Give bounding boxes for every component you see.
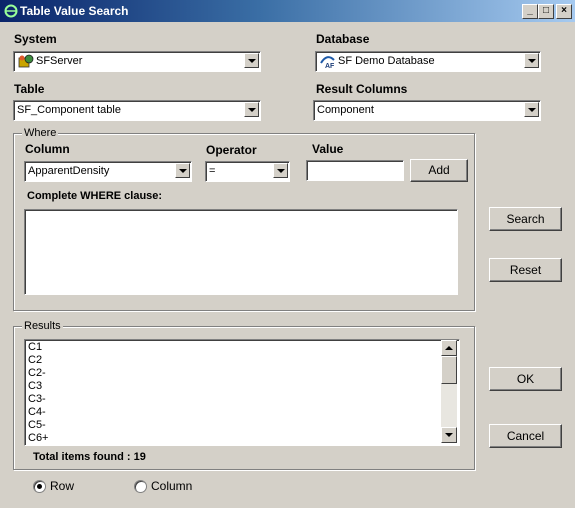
total-items-label: Total items found : 19 bbox=[33, 451, 146, 463]
column-radio[interactable] bbox=[134, 480, 147, 493]
database-combo[interactable]: AF SF Demo Database bbox=[315, 51, 541, 72]
column-value: ApparentDensity bbox=[28, 165, 110, 177]
database-icon: AF bbox=[320, 56, 335, 69]
where-clause-textarea[interactable] bbox=[24, 209, 458, 295]
table-combo[interactable]: SF_Component table bbox=[13, 100, 261, 121]
title-bar[interactable]: Table Value Search _ □ × bbox=[0, 0, 575, 22]
scroll-thumb[interactable] bbox=[441, 356, 457, 384]
value-input[interactable] bbox=[306, 160, 404, 181]
app-icon bbox=[4, 4, 18, 18]
database-label: Database bbox=[316, 32, 370, 46]
column-combo[interactable]: ApparentDensity bbox=[24, 161, 192, 182]
where-group-title: Where bbox=[22, 127, 59, 139]
scroll-up-button[interactable] bbox=[441, 340, 457, 356]
list-item[interactable]: C2- bbox=[28, 367, 46, 379]
cancel-button[interactable]: Cancel bbox=[489, 424, 562, 448]
database-value: SF Demo Database bbox=[338, 55, 435, 67]
operator-value: = bbox=[209, 165, 216, 177]
row-radio-label[interactable]: Row bbox=[50, 479, 74, 493]
reset-button[interactable]: Reset bbox=[489, 258, 562, 282]
ok-button[interactable]: OK bbox=[489, 367, 562, 391]
result-columns-value: Component bbox=[317, 104, 374, 116]
results-group-title: Results bbox=[22, 320, 63, 332]
close-button[interactable]: × bbox=[556, 4, 572, 19]
value-label: Value bbox=[312, 142, 344, 156]
operator-dropdown-button[interactable] bbox=[273, 163, 288, 178]
maximize-button[interactable]: □ bbox=[538, 4, 554, 19]
operator-combo[interactable]: = bbox=[205, 161, 290, 182]
complete-where-label: Complete WHERE clause: bbox=[27, 190, 163, 202]
add-button[interactable]: Add bbox=[410, 159, 468, 182]
radio-selected-dot bbox=[37, 484, 42, 489]
operator-label: Operator bbox=[206, 143, 257, 157]
result-columns-label: Result Columns bbox=[316, 82, 408, 96]
search-button[interactable]: Search bbox=[489, 207, 562, 231]
result-columns-combo[interactable]: Component bbox=[313, 100, 541, 121]
table-dropdown-button[interactable] bbox=[244, 102, 259, 117]
list-item[interactable]: C6+ bbox=[28, 432, 49, 444]
list-item[interactable]: C1 bbox=[28, 341, 42, 353]
results-list[interactable]: C1 C2 C2- C3 C3- C4- C5- C6+ bbox=[24, 339, 460, 446]
list-item[interactable]: C4- bbox=[28, 406, 46, 418]
system-value: SFServer bbox=[36, 55, 83, 67]
window-title: Table Value Search bbox=[20, 4, 129, 18]
result-columns-dropdown-button[interactable] bbox=[524, 102, 539, 117]
list-item[interactable]: C3- bbox=[28, 393, 46, 405]
table-value: SF_Component table bbox=[17, 104, 121, 116]
minimize-button[interactable]: _ bbox=[522, 4, 538, 19]
column-radio-label[interactable]: Column bbox=[151, 479, 192, 493]
table-label: Table bbox=[14, 82, 45, 96]
list-item[interactable]: C3 bbox=[28, 380, 42, 392]
arrow-down-icon bbox=[445, 433, 453, 437]
system-label: System bbox=[14, 32, 57, 46]
system-dropdown-button[interactable] bbox=[244, 53, 259, 68]
list-item[interactable]: C2 bbox=[28, 354, 42, 366]
column-label: Column bbox=[25, 142, 70, 156]
row-radio[interactable] bbox=[33, 480, 46, 493]
arrow-up-icon bbox=[445, 346, 453, 350]
system-combo[interactable]: SFServer bbox=[13, 51, 261, 72]
results-scrollbar[interactable] bbox=[441, 340, 457, 443]
scroll-down-button[interactable] bbox=[441, 427, 457, 443]
server-icon bbox=[18, 54, 34, 68]
list-item[interactable]: C5- bbox=[28, 419, 46, 431]
svg-text:AF: AF bbox=[325, 63, 335, 69]
column-dropdown-button[interactable] bbox=[175, 163, 190, 178]
database-dropdown-button[interactable] bbox=[524, 53, 539, 68]
